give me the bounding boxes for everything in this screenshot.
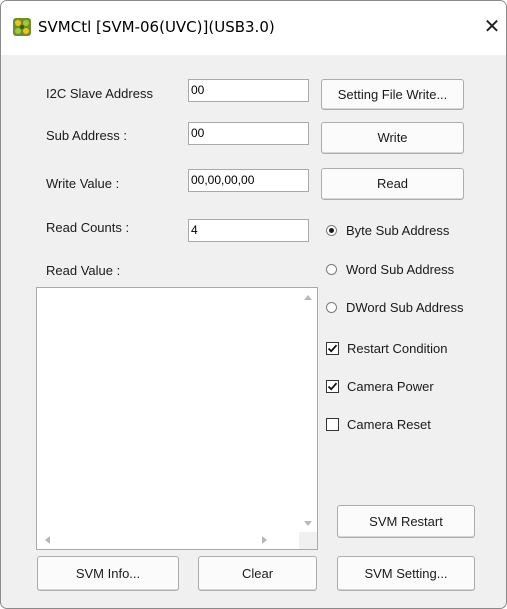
scrollbar-corner <box>299 532 317 549</box>
setting-file-write-button[interactable]: Setting File Write... <box>321 79 464 110</box>
read-button[interactable]: Read <box>321 168 464 200</box>
camera-reset-checkbox[interactable]: Camera Reset <box>326 414 431 434</box>
read-value-listbox[interactable] <box>36 287 318 550</box>
write-value-input[interactable]: 00,00,00,00 <box>188 169 309 192</box>
dword-sub-address-label: DWord Sub Address <box>346 299 464 315</box>
camera-reset-label: Camera Reset <box>347 416 431 432</box>
scroll-right-icon[interactable] <box>262 536 267 544</box>
scroll-down-icon[interactable] <box>304 521 312 526</box>
title-bar: SVMCtl [SVM-06(UVC)](USB3.0) ✕ <box>1 1 506 55</box>
svm-restart-button[interactable]: SVM Restart <box>337 505 475 538</box>
camera-power-label: Camera Power <box>347 378 434 394</box>
radio-selected-icon[interactable] <box>326 224 337 236</box>
scroll-up-icon[interactable] <box>304 295 312 300</box>
vertical-scrollbar[interactable] <box>299 288 317 532</box>
restart-condition-label: Restart Condition <box>347 340 448 356</box>
i2c-slave-address-input[interactable]: 00 <box>188 79 309 102</box>
word-sub-address-label: Word Sub Address <box>346 261 455 277</box>
scroll-left-icon[interactable] <box>45 536 50 544</box>
svm-setting-button[interactable]: SVM Setting... <box>337 556 475 591</box>
write-button[interactable]: Write <box>321 122 464 154</box>
checkbox-unchecked-icon[interactable] <box>326 417 339 431</box>
radio-unselected-icon[interactable] <box>326 263 337 275</box>
camera-power-checkbox[interactable]: Camera Power <box>326 376 434 396</box>
dword-sub-address-radio[interactable]: DWord Sub Address <box>326 297 464 317</box>
sub-address-label: Sub Address : <box>46 128 127 143</box>
byte-sub-address-label: Byte Sub Address <box>346 222 450 238</box>
clear-button[interactable]: Clear <box>198 556 317 591</box>
checkbox-checked-icon[interactable] <box>326 379 339 393</box>
restart-condition-checkbox[interactable]: Restart Condition <box>326 338 447 358</box>
read-value-label: Read Value : <box>46 263 121 278</box>
window-title: SVMCtl [SVM-06(UVC)](USB3.0) <box>38 18 275 36</box>
read-counts-input[interactable]: 4 <box>188 219 309 242</box>
word-sub-address-radio[interactable]: Word Sub Address <box>326 259 454 279</box>
i2c-slave-address-label: I2C Slave Address <box>46 86 153 101</box>
close-button[interactable]: ✕ <box>479 12 505 40</box>
svm-info-button[interactable]: SVM Info... <box>37 556 179 591</box>
svmctl-window: SVMCtl [SVM-06(UVC)](USB3.0) ✕ I2C Slave… <box>0 0 507 609</box>
read-counts-label: Read Counts : <box>46 220 130 235</box>
sub-address-input[interactable]: 00 <box>188 122 309 145</box>
checkbox-checked-icon[interactable] <box>326 341 339 355</box>
write-value-label: Write Value : <box>46 176 120 191</box>
horizontal-scrollbar[interactable] <box>37 532 299 549</box>
svmctl-app-icon <box>13 18 31 36</box>
byte-sub-address-radio[interactable]: Byte Sub Address <box>326 220 449 240</box>
radio-unselected-icon[interactable] <box>326 301 337 313</box>
